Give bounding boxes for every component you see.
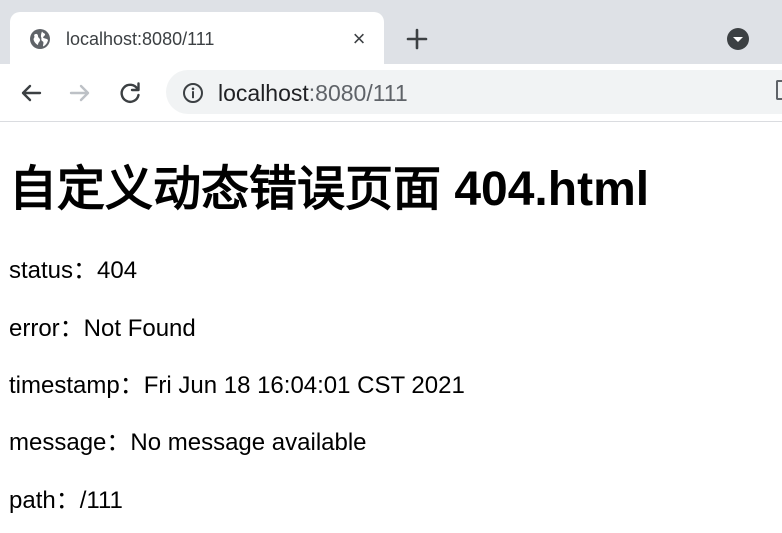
- timestamp-line: timestamp：Fri Jun 18 16:04:01 CST 2021: [9, 371, 465, 401]
- globe-icon: [30, 29, 50, 49]
- error-label: error：: [9, 315, 84, 342]
- active-tab[interactable]: localhost:8080/111 ×: [10, 12, 384, 64]
- browser-toolbar: localhost:8080/111: [0, 64, 782, 122]
- page-content: 自定义动态错误页面 404.html status：404 error：Not …: [0, 122, 782, 533]
- timestamp-label: timestamp：: [9, 372, 144, 399]
- path-line: path：/111: [9, 486, 123, 516]
- reload-icon[interactable]: [115, 78, 145, 108]
- message-label: message：: [9, 429, 131, 456]
- address-bar[interactable]: localhost:8080/111: [166, 70, 782, 114]
- tab-strip: localhost:8080/111 ×: [0, 0, 782, 64]
- cast-icon[interactable]: [776, 80, 782, 100]
- new-tab-plus-icon[interactable]: [402, 24, 432, 54]
- tab-search-icon[interactable]: [726, 27, 750, 51]
- path-label: path：: [9, 487, 80, 514]
- tab-title: localhost:8080/111: [66, 29, 215, 49]
- status-line: status：404: [9, 256, 137, 286]
- error-line: error：Not Found: [9, 314, 196, 344]
- error-value: Not Found: [83, 315, 196, 342]
- message-value: No message available: [130, 429, 367, 456]
- site-info-icon[interactable]: [182, 82, 204, 104]
- message-line: message：No message available: [9, 428, 367, 458]
- page-heading: 自定义动态错误页面 404.html: [9, 163, 650, 216]
- url-port-path: :8080/111: [308, 80, 408, 106]
- status-label: status：: [9, 257, 98, 284]
- status-value: 404: [97, 257, 138, 284]
- timestamp-value: Fri Jun 18 16:04:01 CST 2021: [143, 372, 465, 399]
- path-value: /111: [79, 487, 123, 514]
- browser-window: localhost:8080/111 × localhost:8080/111 …: [0, 0, 782, 533]
- back-arrow-icon[interactable]: [16, 78, 46, 108]
- forward-arrow-icon[interactable]: [65, 78, 95, 108]
- url-host: localhost: [218, 80, 309, 106]
- tab-close-icon[interactable]: ×: [347, 27, 371, 51]
- url-text[interactable]: localhost:8080/111: [218, 79, 408, 107]
